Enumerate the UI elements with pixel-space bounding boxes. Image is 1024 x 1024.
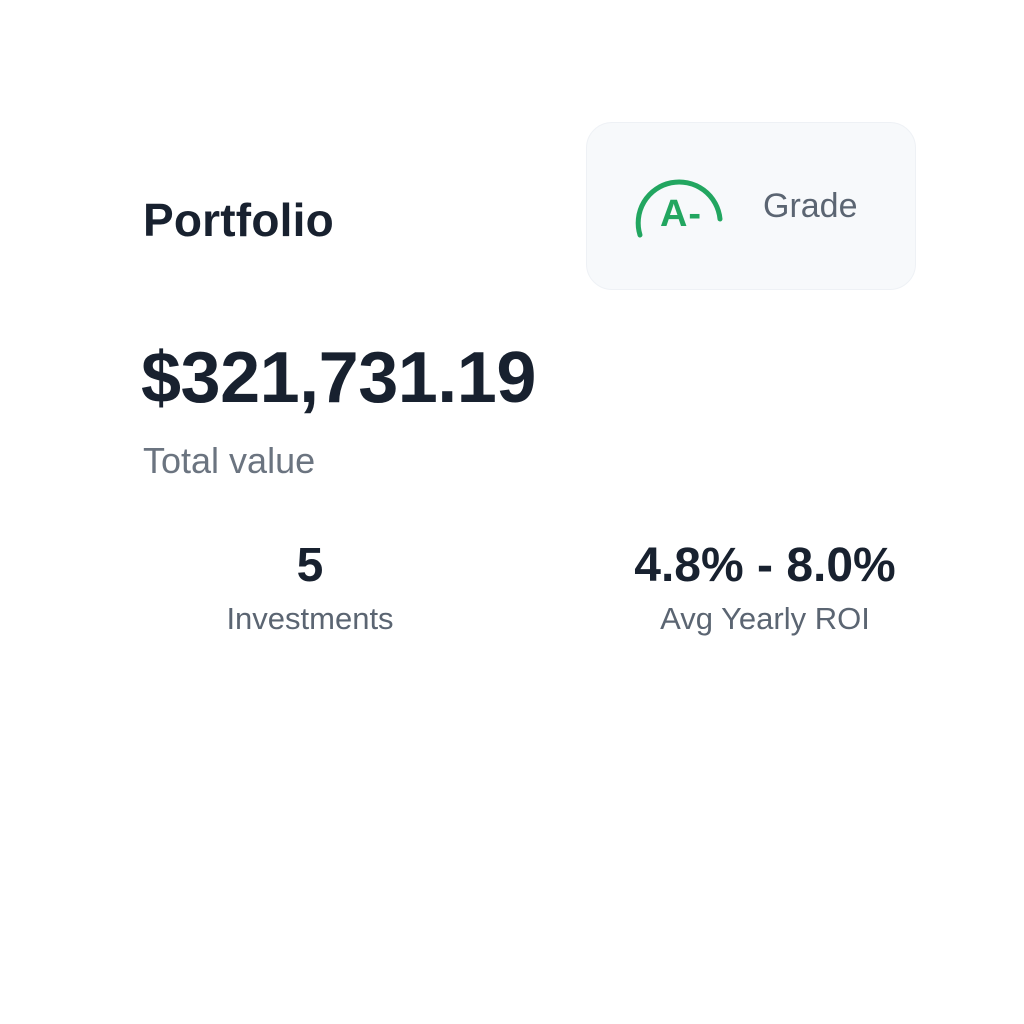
investments-label: Investments: [226, 601, 394, 636]
grade-badge: A- Grade: [586, 122, 916, 290]
total-value-label: Total value: [143, 440, 316, 481]
roi-range: 4.8% - 8.0%: [634, 539, 896, 592]
investments-stat: 5 Investments: [210, 538, 410, 638]
total-value-amount: $321,731.19: [141, 338, 536, 418]
portfolio-title: Portfolio: [143, 194, 334, 246]
roi-stat: 4.8% - 8.0% Avg Yearly ROI: [605, 538, 925, 638]
grade-value: A-: [659, 193, 703, 235]
investments-count: 5: [296, 539, 324, 592]
portfolio-card: Portfolio A- Grade $321,731.19 Total val…: [0, 0, 1024, 1024]
roi-label: Avg Yearly ROI: [660, 601, 870, 636]
grade-label: Grade: [763, 187, 858, 225]
grade-ring: A-: [633, 167, 729, 247]
